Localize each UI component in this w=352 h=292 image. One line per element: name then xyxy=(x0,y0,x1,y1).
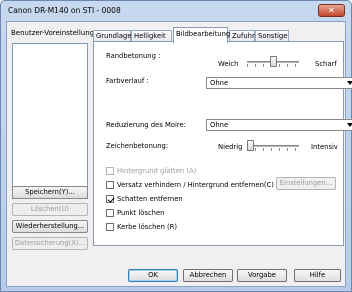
prevent-bleed-label: Versatz verhindern / Hintergrund entfern… xyxy=(117,181,274,189)
smooth-background-label: Hintergrund glätten (A) xyxy=(117,167,197,175)
backup-preset-button[interactable]: Datensicherung(X)... xyxy=(12,237,88,250)
character-emphasis-label: Zeichenbetonung: xyxy=(106,142,169,150)
close-icon: ✕ xyxy=(328,6,335,15)
chevron-down-icon xyxy=(347,81,352,85)
ok-button[interactable]: OK xyxy=(128,269,178,282)
slider-thumb[interactable] xyxy=(247,140,254,151)
gradient-label: Farbverlauf : xyxy=(106,77,149,85)
settings-button[interactable]: Einstellungen... xyxy=(276,177,336,190)
moire-value: Ohne xyxy=(210,121,229,129)
tab-bildbearbeitung[interactable]: Bildbearbeitung xyxy=(173,27,230,43)
edge-emphasis-slider[interactable] xyxy=(247,56,299,68)
char-max-label: Intensiv xyxy=(311,143,338,151)
smooth-background-checkbox[interactable] xyxy=(106,167,114,175)
dialog-client: Benutzer-Voreinstellung : Speichern(Y)..… xyxy=(6,21,352,287)
user-preset-label: Benutzer-Voreinstellung : xyxy=(11,29,99,37)
cancel-button[interactable]: Abbrechen xyxy=(183,269,233,282)
gradient-select[interactable]: Ohne xyxy=(206,77,352,89)
remove-shadow-label: Schatten entfernen xyxy=(117,195,183,203)
chevron-down-icon xyxy=(347,123,352,127)
image-processing-panel: Randbetonung : Weich Scharf Farbverlauf … xyxy=(93,41,352,246)
dialog-window: Canon DR-M140 on STI - 0008 ✕ Benutzer-V… xyxy=(0,0,352,292)
notch-erase-checkbox[interactable] xyxy=(106,223,114,231)
title-bar[interactable]: Canon DR-M140 on STI - 0008 ✕ xyxy=(1,1,351,21)
prevent-bleed-checkbox[interactable] xyxy=(106,181,114,189)
char-min-label: Niedrig xyxy=(218,143,243,151)
dot-erase-label: Punkt löschen xyxy=(117,209,165,217)
delete-preset-button[interactable]: Löschen(U) xyxy=(12,203,88,216)
edge-min-label: Weich xyxy=(218,60,239,68)
slider-ticks xyxy=(247,148,299,151)
character-emphasis-slider[interactable] xyxy=(247,140,299,152)
dot-erase-checkbox[interactable] xyxy=(106,209,114,217)
close-button[interactable]: ✕ xyxy=(318,4,345,17)
slider-track xyxy=(247,145,299,147)
user-preset-list[interactable] xyxy=(12,43,88,199)
window-title: Canon DR-M140 on STI - 0008 xyxy=(8,6,121,15)
moire-select[interactable]: Ohne xyxy=(206,119,352,131)
edge-emphasis-label: Randbetonung : xyxy=(106,52,161,60)
notch-erase-label: Kerbe löschen (R) xyxy=(117,223,178,231)
restore-preset-button[interactable]: Wiederherstellung... xyxy=(12,220,88,233)
slider-thumb[interactable] xyxy=(270,56,277,67)
save-preset-button[interactable]: Speichern(Y)... xyxy=(12,186,88,199)
remove-shadow-checkbox[interactable] xyxy=(106,195,114,203)
edge-max-label: Scharf xyxy=(315,60,337,68)
moire-label: Reduzierung des Moire: xyxy=(106,121,186,129)
help-button[interactable]: Hilfe xyxy=(294,269,341,282)
gradient-value: Ohne xyxy=(210,79,229,87)
default-button[interactable]: Vorgabe xyxy=(237,269,287,282)
